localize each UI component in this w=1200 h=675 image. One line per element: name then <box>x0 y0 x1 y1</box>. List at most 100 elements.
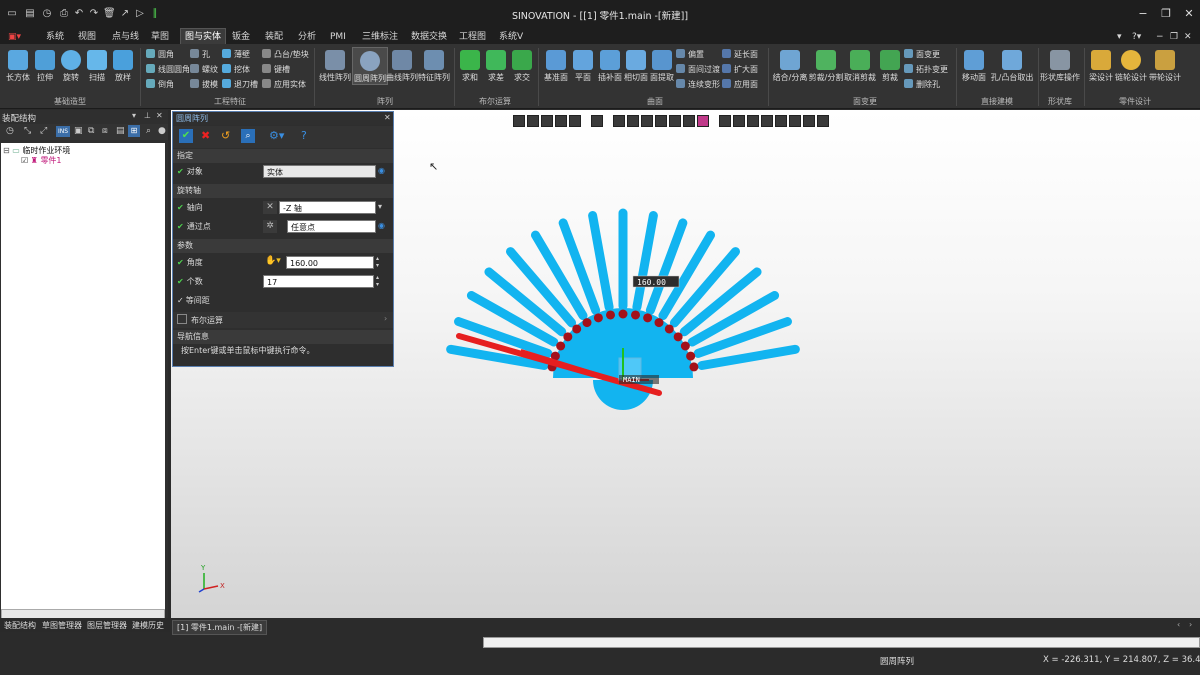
extrude-button[interactable]: 拉伸 <box>32 50 58 83</box>
intersect-button[interactable]: 求交 <box>510 50 534 83</box>
face-change-button[interactable]: 面变更 <box>904 49 940 61</box>
draft-button[interactable]: 拔模 <box>190 79 218 91</box>
move-face-button[interactable]: 移动面 <box>960 50 988 83</box>
find-icon[interactable]: ⌕ <box>146 126 151 136</box>
section-specify[interactable]: 指定 <box>173 149 393 163</box>
boss-pad-button[interactable]: 凸台/垫块 <box>262 49 309 61</box>
filter-icon[interactable]: ▤ <box>116 126 125 136</box>
undercut-button[interactable]: 退刀槽 <box>222 79 258 91</box>
expand-icon[interactable]: ⤡ <box>24 126 31 136</box>
menu-drawing[interactable]: 工程图 <box>455 30 490 44</box>
topology-change-button[interactable]: 拓扑变更 <box>904 64 948 76</box>
chevron-down-icon[interactable]: ▾ <box>378 202 382 211</box>
visibility-checkbox[interactable]: ☑ <box>21 156 28 165</box>
dialog-close-icon[interactable]: ✕ <box>384 113 391 122</box>
close-icon[interactable]: ✕ <box>1178 6 1200 22</box>
settings-dot-icon[interactable]: ● <box>158 126 166 136</box>
chamfer-button[interactable]: 倒角 <box>146 79 174 91</box>
face-blend-button[interactable]: 面间过渡 <box>676 64 720 76</box>
tab-sketch-manager[interactable]: 草图管理器 <box>42 620 82 631</box>
section-axis[interactable]: 旋转轴 <box>173 184 393 198</box>
app-menu-icon[interactable]: ▣▾ <box>4 30 25 44</box>
apply-solid-button[interactable]: 应用实体 <box>262 79 306 91</box>
tab-layer-manager[interactable]: 图层管理器 <box>87 620 127 631</box>
tab-scroll-left-icon[interactable]: ‹ <box>1177 620 1180 629</box>
count-input[interactable]: 17 <box>263 275 374 288</box>
help-icon[interactable]: ?▾ <box>1128 30 1145 44</box>
cancel-icon[interactable]: ✖ <box>201 129 210 142</box>
menu-sheetmetal[interactable]: 钣金 <box>228 30 254 44</box>
tab-modeling-history[interactable]: 建模历史 <box>132 620 164 631</box>
doc-tab-part1[interactable]: [1] 零件1.main -[新建] <box>172 620 268 635</box>
extract-surface-button[interactable]: 面提取 <box>648 50 676 83</box>
layer-icon[interactable]: ▣ <box>74 126 83 136</box>
restore-icon[interactable]: ❐ <box>1155 6 1177 22</box>
panel-dropdown-icon[interactable]: ▾ <box>132 111 136 120</box>
angle-tag[interactable]: 160.00 <box>637 278 666 287</box>
union-button[interactable]: 求和 <box>458 50 482 83</box>
menu-point-line[interactable]: 点与线 <box>108 30 143 44</box>
hole-boss-extract-button[interactable]: 孔/凸台取出 <box>990 50 1034 83</box>
menu-pmi[interactable]: PMI <box>326 30 350 44</box>
tree-view-icon[interactable]: ⊞ <box>128 125 140 137</box>
untrim-button[interactable]: 取消剪裁 <box>844 50 876 83</box>
cut-body-button[interactable]: 挖体 <box>222 64 250 76</box>
equal-spacing-row[interactable]: ✓ 等间距 <box>177 293 210 309</box>
help-question-icon[interactable]: ? <box>301 129 307 142</box>
shell-button[interactable]: 薄壁 <box>222 49 250 61</box>
section-nav[interactable]: 导航信息 <box>173 330 393 344</box>
trim-split-button[interactable]: 剪裁/分割 <box>808 50 844 83</box>
collapse-toggle-icon[interactable]: ⊟ <box>3 146 10 155</box>
ins-icon[interactable]: INS <box>56 126 70 137</box>
thread-button[interactable]: 螺纹 <box>190 64 218 76</box>
pulley-design-button[interactable]: 带轮设计 <box>1148 50 1182 83</box>
box-button[interactable]: 长方体 <box>4 50 32 83</box>
menu-system-v[interactable]: 系统V <box>495 30 527 44</box>
command-line[interactable] <box>483 637 1200 648</box>
sprocket-design-button[interactable]: 链轮设计 <box>1114 50 1148 83</box>
point-type-icon[interactable]: ✲ <box>263 220 277 233</box>
menu-data-exchange[interactable]: 数据交换 <box>407 30 451 44</box>
extend-surface-button[interactable]: 延长面 <box>722 49 758 61</box>
menu-3d-annotation[interactable]: 三维标注 <box>358 30 402 44</box>
angle-spinner[interactable]: ▴ ▾ <box>376 255 379 269</box>
pin-icon[interactable]: ⊥ <box>144 111 151 120</box>
count-spinner[interactable]: ▴ ▾ <box>376 274 379 288</box>
object-pick-icon[interactable]: ◉ <box>378 166 385 175</box>
options-gear-icon[interactable]: ⚙▾ <box>269 129 284 142</box>
boolean-checkbox[interactable] <box>177 314 187 324</box>
tree-item-part[interactable]: ☑ ♜ 零件1 <box>21 155 62 166</box>
tab-scroll-right-icon[interactable]: › <box>1189 620 1192 629</box>
collapse-icon[interactable]: ⤢ <box>40 126 47 136</box>
menu-system[interactable]: 系统 <box>42 30 68 44</box>
combine-split-button[interactable]: 结合/分离 <box>772 50 808 83</box>
interp-surface-button[interactable]: 插补面 <box>596 50 624 83</box>
revolve-button[interactable]: 旋转 <box>58 50 84 83</box>
menu-view[interactable]: 视图 <box>74 30 100 44</box>
object-field[interactable]: 实体 <box>263 165 376 178</box>
menu-analysis[interactable]: 分析 <box>294 30 320 44</box>
link-icon[interactable]: ⧈ <box>102 126 108 136</box>
minimize-icon[interactable]: − <box>1132 6 1154 22</box>
angle-icon[interactable]: ✋▾ <box>265 256 281 266</box>
angle-input[interactable]: 160.00 <box>286 256 374 269</box>
enlarge-surface-button[interactable]: 扩大面 <box>722 64 758 76</box>
through-point-field[interactable]: 任意点 <box>287 220 376 233</box>
curve-array-button[interactable]: 曲线阵列 <box>386 50 418 83</box>
menu-assembly[interactable]: 装配 <box>261 30 287 44</box>
feature-array-button[interactable]: 特征阵列 <box>418 50 450 83</box>
trim-button[interactable]: 剪裁 <box>878 50 902 83</box>
direction-select[interactable]: -Z 轴 <box>279 201 376 214</box>
copy-icon[interactable]: ⧉ <box>88 126 94 136</box>
preview-icon[interactable]: ⌕ <box>241 129 255 143</box>
menu-sketch[interactable]: 草图 <box>147 30 173 44</box>
menu-solid[interactable]: 图与实体 <box>180 28 227 45</box>
apply-surface-button[interactable]: 应用面 <box>722 79 758 91</box>
ok-icon[interactable]: ✔ <box>179 129 193 143</box>
datum-plane-button[interactable]: 基准面 <box>542 50 570 83</box>
section-params[interactable]: 参数 <box>173 239 393 253</box>
beam-design-button[interactable]: 梁设计 <box>1088 50 1114 83</box>
point-pick-icon[interactable]: ◉ <box>378 221 385 230</box>
fillet-button[interactable]: 圆角 <box>146 49 174 61</box>
tab-assembly[interactable]: 装配结构 <box>4 620 36 631</box>
